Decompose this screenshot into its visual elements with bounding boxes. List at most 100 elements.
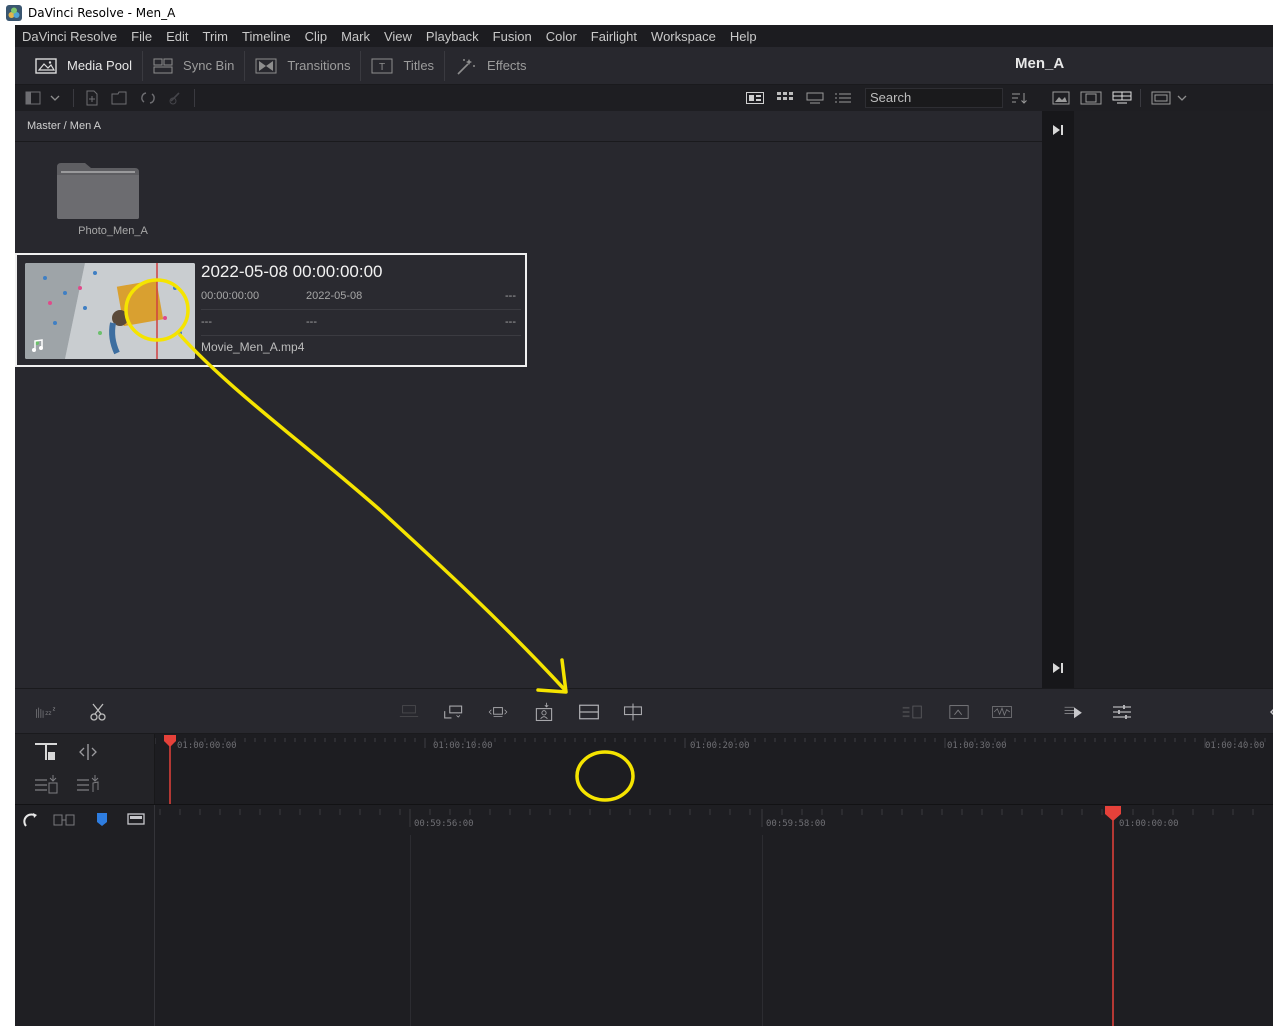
trim-tool-icon[interactable]: [75, 742, 101, 762]
image-edit-icon[interactable]: [948, 701, 970, 723]
source-overwrite-icon[interactable]: [622, 701, 644, 723]
media-pool-icon: [35, 57, 57, 74]
ruler-timecode: 00:59:58:00: [766, 819, 826, 829]
breadcrumb: Master / Men A: [15, 111, 1042, 142]
effects-button[interactable]: Effects: [445, 51, 537, 81]
timeline-overview: 01:00:00:00 01:00:10:00 01:00:20:00 01:0…: [15, 734, 1273, 804]
timeline-detail: 00:59:56:00 00:59:58:00 01:00:00:00: [15, 804, 1273, 1026]
flag-icon[interactable]: [95, 811, 109, 827]
relink-icon[interactable]: [138, 88, 158, 108]
menu-help[interactable]: Help: [723, 29, 764, 44]
scissors-icon[interactable]: [87, 701, 109, 723]
titles-button[interactable]: T Titles: [361, 50, 446, 81]
window-titlebar: DaVinci Resolve - Men_A: [0, 0, 1273, 25]
folder-icon[interactable]: [55, 161, 141, 221]
waveform-icon[interactable]: [991, 701, 1013, 723]
ruler-timecode: 01:00:00:00: [1119, 819, 1179, 829]
grid-view-icon[interactable]: [775, 88, 795, 108]
chevron-down-icon[interactable]: [1177, 94, 1187, 102]
playhead[interactable]: [163, 734, 177, 804]
strip-view-icon[interactable]: [805, 88, 825, 108]
viewer-size-icon[interactable]: [1151, 91, 1171, 105]
sort-icon[interactable]: [1009, 88, 1029, 108]
ruler-timecode: 01:00:30:00: [947, 741, 1007, 751]
new-bin-icon[interactable]: [110, 88, 130, 108]
clip-field-empty: ---: [505, 290, 516, 302]
clip-timecode: 00:00:00:00: [201, 290, 260, 302]
settings-sliders-icon[interactable]: [1111, 701, 1133, 723]
ripple-overwrite-icon[interactable]: [487, 701, 509, 723]
menu-file[interactable]: File: [124, 29, 159, 44]
menu-color[interactable]: Color: [539, 29, 584, 44]
source-viewer: [1042, 111, 1273, 688]
list-view-icon[interactable]: [833, 88, 853, 108]
chevron-down-icon[interactable]: [45, 88, 65, 108]
close-up-icon[interactable]: [533, 701, 555, 723]
effects-label: Effects: [487, 58, 527, 73]
image-view-icon[interactable]: [1052, 91, 1070, 105]
menu-trim[interactable]: Trim: [196, 29, 236, 44]
play-next-icon[interactable]: [1052, 662, 1064, 674]
sync-bin-label: Sync Bin: [183, 58, 235, 73]
audio-track-icon[interactable]: [75, 774, 101, 796]
menu-timeline[interactable]: Timeline: [235, 29, 298, 44]
link-icon[interactable]: [166, 88, 186, 108]
svg-text:T: T: [379, 62, 385, 73]
menu-playback[interactable]: Playback: [419, 29, 486, 44]
menu-fusion[interactable]: Fusion: [486, 29, 539, 44]
divider: [201, 335, 521, 336]
play-next-icon[interactable]: [1052, 124, 1064, 136]
sync-bin-button[interactable]: Sync Bin: [143, 50, 246, 81]
sidebar-toggle-icon[interactable]: [23, 88, 43, 108]
svg-text:zz: zz: [45, 711, 51, 717]
play-timeline-icon[interactable]: [1063, 701, 1085, 723]
import-media-icon[interactable]: [82, 88, 102, 108]
linked-selection-icon[interactable]: [53, 813, 75, 827]
clip-thumbnail[interactable]: [25, 263, 195, 359]
thumbnail-view-icon[interactable]: [745, 88, 765, 108]
menu-bar: DaVinci Resolve File Edit Trim Timeline …: [15, 25, 1273, 47]
menu-davinci-resolve[interactable]: DaVinci Resolve: [15, 29, 124, 44]
trim-edit-icon[interactable]: [901, 701, 923, 723]
divider: [73, 89, 74, 107]
folder-label: Photo_Men_A: [78, 225, 148, 237]
menu-view[interactable]: View: [377, 29, 419, 44]
ruler-timecode: 01:00:10:00: [433, 741, 493, 751]
marker-icon[interactable]: [127, 813, 145, 825]
clip-field-empty: ---: [505, 316, 516, 328]
clip-title: 2022-05-08 00:00:00:00: [201, 262, 383, 281]
place-on-top-icon[interactable]: [578, 701, 600, 723]
selection-tool-icon[interactable]: [33, 742, 59, 762]
search-input[interactable]: Search: [865, 88, 1003, 108]
snapping-icon[interactable]: [23, 811, 41, 829]
menu-edit[interactable]: Edit: [159, 29, 195, 44]
media-clip-card[interactable]: 2022-05-08 00:00:00:00 00:00:00:00 2022-…: [15, 253, 527, 367]
timeline-ruler-upper[interactable]: 01:00:00:00 01:00:10:00 01:00:20:00 01:0…: [155, 734, 1273, 758]
divider: [1140, 89, 1141, 107]
dual-monitor-icon[interactable]: [1112, 91, 1132, 105]
filmstrip-icon[interactable]: [1080, 91, 1102, 105]
menu-fairlight[interactable]: Fairlight: [584, 29, 644, 44]
divider: [201, 309, 521, 310]
project-name: Men_A: [1015, 55, 1065, 72]
gridline: [410, 835, 411, 1026]
transitions-button[interactable]: Transitions: [245, 50, 362, 81]
chevron-left-icon[interactable]: [1262, 701, 1273, 723]
media-pool-button[interactable]: Media Pool: [15, 50, 144, 81]
clip-date: 2022-05-08: [306, 290, 363, 302]
snooze-icon[interactable]: zz z: [35, 701, 57, 723]
media-pool-toolbar: Search: [15, 85, 1042, 111]
insert-track-icon[interactable]: [33, 774, 59, 796]
window-title: DaVinci Resolve - Men_A: [28, 5, 176, 20]
smart-insert-icon[interactable]: [398, 701, 420, 723]
menu-mark[interactable]: Mark: [334, 29, 377, 44]
playhead[interactable]: [1104, 805, 1122, 1026]
gridline: [762, 835, 763, 1026]
menu-workspace[interactable]: Workspace: [644, 29, 723, 44]
climbing-wall-image: [25, 263, 195, 359]
append-icon[interactable]: [443, 701, 465, 723]
divider: [194, 89, 195, 107]
menu-clip[interactable]: Clip: [298, 29, 334, 44]
titles-icon: T: [371, 58, 393, 73]
ruler-timecode: 01:00:20:00: [690, 741, 750, 751]
